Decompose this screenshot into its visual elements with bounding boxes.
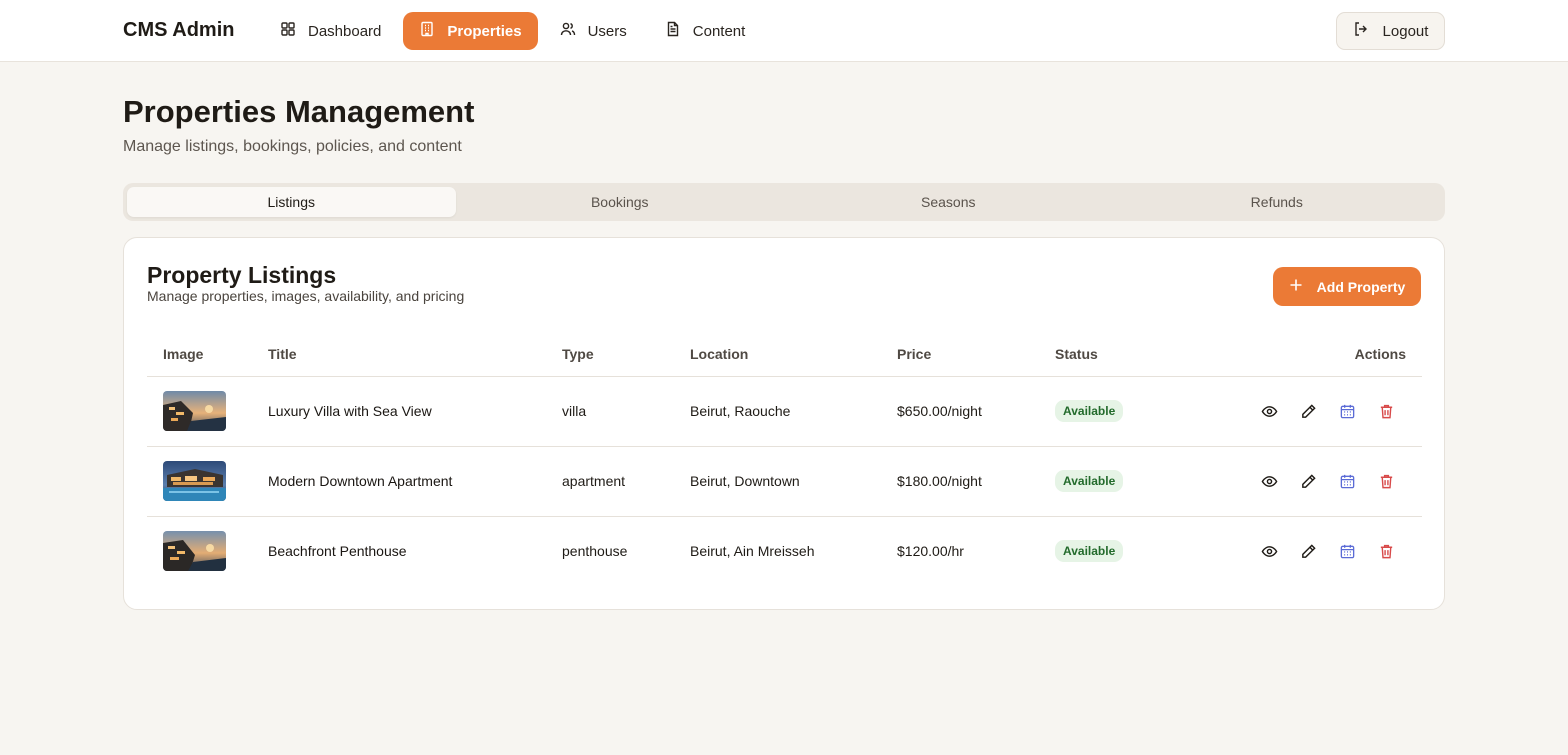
section-tabs: Listings Bookings Seasons Refunds: [123, 183, 1445, 221]
tab-bookings[interactable]: Bookings: [456, 187, 785, 217]
view-button[interactable]: [1260, 542, 1279, 561]
main-nav: Dashboard Properties Users Content: [264, 12, 761, 50]
table-header-row: Image Title Type Location Price Status A…: [147, 333, 1422, 377]
eye-icon: [1261, 545, 1278, 557]
logout-label: Logout: [1382, 22, 1429, 40]
actions-cell: [1189, 516, 1422, 586]
card-title: Property Listings: [147, 262, 337, 288]
nav-item-label: Properties: [447, 22, 522, 40]
image-cell: [147, 446, 252, 517]
page-title: Properties Management: [123, 94, 475, 129]
nav-item-dashboard[interactable]: Dashboard: [264, 12, 397, 50]
status-badge: Available: [1055, 470, 1124, 492]
users-icon: [560, 21, 576, 41]
image-cell: [147, 376, 252, 447]
calendar-button[interactable]: [1338, 402, 1357, 421]
pencil-icon: [1302, 403, 1316, 418]
column-header-actions: Actions: [1189, 333, 1422, 377]
tab-listings[interactable]: Listings: [127, 187, 456, 217]
property-price: $650.00/night: [881, 376, 1039, 447]
property-price: $180.00/night: [881, 446, 1039, 517]
view-button[interactable]: [1260, 472, 1279, 491]
pencil-icon: [1302, 544, 1316, 558]
table-row: Modern Downtown Apartment apartment Beir…: [147, 446, 1422, 517]
pencil-icon: [1302, 473, 1316, 488]
property-location: Beirut, Raouche: [674, 376, 881, 447]
nav-item-label: Users: [587, 22, 627, 40]
trash-icon: [1380, 474, 1393, 488]
property-type: villa: [546, 376, 674, 447]
edit-button[interactable]: [1299, 402, 1318, 421]
tab-refunds[interactable]: Refunds: [1113, 187, 1442, 217]
image-cell: [147, 516, 252, 586]
property-location: Beirut, Ain Mreisseh: [690, 543, 815, 560]
nav-item-label: Content: [692, 22, 746, 40]
brand-title: CMS Admin: [123, 19, 235, 41]
column-header-type: Type: [546, 333, 674, 377]
top-navbar: CMS Admin Dashboard Properties Users Con…: [0, 0, 1568, 62]
eye-icon: [1261, 405, 1278, 417]
property-thumbnail: [163, 531, 226, 572]
listings-card: Property Listings Manage properties, ima…: [123, 237, 1445, 610]
status-cell: Available: [1039, 376, 1189, 447]
plus-icon: [1289, 278, 1303, 295]
status-cell: Available: [1039, 446, 1189, 517]
listings-table: Image Title Type Location Price Status A…: [147, 333, 1422, 586]
nav-item-users[interactable]: Users: [544, 12, 643, 50]
table-row: Beachfront Penthouse penthouse Beirut, A…: [147, 516, 1422, 586]
property-price: $120.00/hr: [897, 543, 964, 560]
column-header-price: Price: [881, 333, 1039, 377]
view-button[interactable]: [1260, 402, 1279, 421]
delete-button[interactable]: [1377, 402, 1396, 421]
edit-button[interactable]: [1299, 542, 1318, 561]
dashboard-icon: [280, 21, 296, 41]
column-header-location: Location: [674, 333, 881, 377]
calendar-icon: [1340, 544, 1355, 559]
property-title: Beachfront Penthouse: [268, 543, 407, 560]
eye-icon: [1261, 475, 1278, 487]
building-icon: [419, 21, 435, 41]
property-type: apartment: [546, 446, 674, 517]
actions-cell: [1189, 446, 1422, 517]
property-thumbnail: [163, 461, 226, 501]
nav-item-properties[interactable]: Properties: [403, 12, 538, 50]
nav-item-content[interactable]: Content: [649, 12, 762, 50]
column-header-image: Image: [147, 333, 252, 377]
add-property-button[interactable]: Add Property: [1273, 267, 1421, 306]
document-icon: [665, 21, 681, 41]
property-location: Beirut, Downtown: [674, 446, 881, 517]
actions-cell: [1189, 376, 1422, 447]
logout-button[interactable]: Logout: [1336, 12, 1445, 50]
column-header-status: Status: [1039, 333, 1189, 377]
calendar-icon: [1340, 404, 1355, 418]
status-cell: Available: [1039, 516, 1189, 586]
property-thumbnail: [163, 391, 226, 431]
nav-item-label: Dashboard: [308, 22, 382, 40]
calendar-button[interactable]: [1338, 472, 1357, 491]
logout-icon: [1353, 21, 1369, 41]
table-row: Luxury Villa with Sea View villa Beirut,…: [147, 376, 1422, 447]
column-header-title: Title: [252, 333, 546, 377]
edit-button[interactable]: [1299, 472, 1318, 491]
page-subtitle: Manage listings, bookings, policies, and…: [123, 138, 462, 155]
property-type: penthouse: [562, 543, 628, 560]
status-badge: Available: [1055, 400, 1124, 422]
status-badge: Available: [1055, 540, 1124, 563]
property-title: Luxury Villa with Sea View: [252, 376, 546, 447]
card-subtitle: Manage properties, images, availability,…: [147, 288, 465, 304]
add-property-label: Add Property: [1316, 278, 1406, 295]
calendar-button[interactable]: [1338, 542, 1357, 561]
delete-button[interactable]: [1377, 542, 1396, 561]
property-title: Modern Downtown Apartment: [252, 446, 546, 517]
calendar-icon: [1340, 474, 1355, 488]
tab-seasons[interactable]: Seasons: [784, 187, 1113, 217]
delete-button[interactable]: [1377, 472, 1396, 491]
trash-icon: [1380, 544, 1393, 559]
trash-icon: [1380, 404, 1393, 418]
